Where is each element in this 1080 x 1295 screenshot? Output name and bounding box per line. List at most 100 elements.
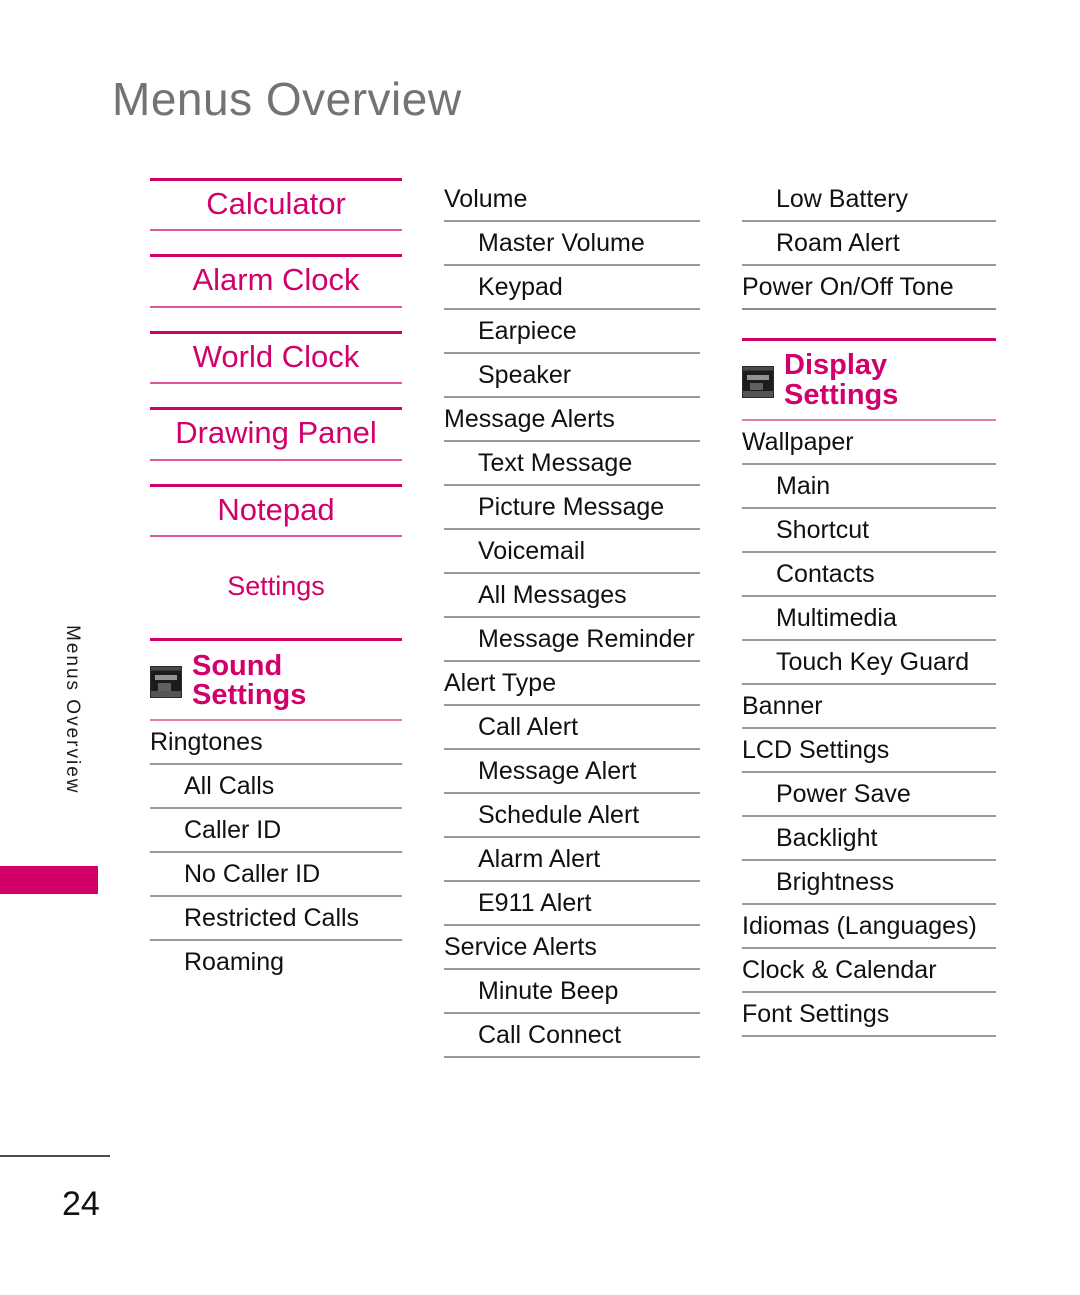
sound-settings-tree: Ringtones All Calls Caller ID No Caller …: [150, 721, 402, 983]
menu-row[interactable]: Text Message: [444, 442, 700, 486]
menu-row[interactable]: Alarm Alert: [444, 838, 700, 882]
menu-row-label: Font Settings: [742, 1000, 890, 1028]
menu-row-label: All Calls: [184, 772, 275, 801]
menu-row[interactable]: Backlight: [742, 817, 996, 861]
menu-row-label: Banner: [742, 692, 823, 720]
menu-row-label: Caller ID: [184, 816, 282, 845]
menu-row[interactable]: Minute Beep: [444, 970, 700, 1014]
menu-row-label: Message Alerts: [444, 405, 615, 433]
menu-row-label: Shortcut: [776, 516, 870, 544]
menu-row[interactable]: Caller ID: [150, 809, 402, 854]
menu-row[interactable]: Touch Key Guard: [742, 641, 996, 685]
menu-row[interactable]: Contacts: [742, 553, 996, 597]
menu-row[interactable]: Volume: [444, 178, 700, 222]
menu-row[interactable]: Voicemail: [444, 530, 700, 574]
menu-row-label: Voicemail: [478, 537, 585, 565]
menu-row-label: Volume: [444, 185, 528, 213]
menu-row[interactable]: Clock & Calendar: [742, 949, 996, 993]
menu-row[interactable]: Schedule Alert: [444, 794, 700, 838]
menu-tile-notepad[interactable]: Notepad: [150, 483, 402, 538]
menu-row[interactable]: Picture Message: [444, 486, 700, 530]
menu-row[interactable]: Shortcut: [742, 509, 996, 553]
menu-row[interactable]: Call Alert: [444, 706, 700, 750]
sound-settings-thumbnail-icon: [150, 666, 182, 699]
menu-row[interactable]: Keypad: [444, 266, 700, 310]
menu-row-label: No Caller ID: [184, 860, 321, 889]
menu-row[interactable]: Power On/Off Tone: [742, 266, 996, 310]
menu-tile-drawing-panel[interactable]: Drawing Panel: [150, 407, 402, 461]
menu-row-label: Call Connect: [478, 1021, 622, 1049]
section-header-sound-settings[interactable]: Sound Settings: [150, 638, 402, 722]
menu-row-label: Roam Alert: [776, 229, 900, 257]
menu-row-label: Power On/Off Tone: [742, 273, 954, 301]
menu-row[interactable]: All Messages: [444, 574, 700, 618]
menu-row-label: Wallpaper: [742, 428, 854, 456]
menu-row-label: Message Alert: [478, 757, 637, 785]
menu-row[interactable]: Roam Alert: [742, 222, 996, 266]
menu-row-label: Picture Message: [478, 493, 665, 521]
display-settings-tree: Wallpaper Main Shortcut Contacts Multime…: [742, 421, 996, 1037]
menu-row[interactable]: Speaker: [444, 354, 700, 398]
menu-row-label: Text Message: [478, 449, 633, 477]
column-three: Low Battery Roam Alert Power On/Off Tone…: [742, 178, 996, 1037]
menu-row[interactable]: Banner: [742, 685, 996, 729]
footer-divider: [0, 1155, 110, 1157]
menu-row-label: Restricted Calls: [184, 904, 360, 933]
menu-row[interactable]: No Caller ID: [150, 853, 402, 898]
menu-row[interactable]: All Calls: [150, 765, 402, 810]
section-header-label: Display Settings: [784, 349, 899, 411]
menu-row-label: Brightness: [776, 868, 895, 896]
display-settings-thumbnail-icon: [742, 366, 774, 398]
menu-tile-alarm-clock[interactable]: Alarm Clock: [150, 254, 402, 308]
menu-row-label: Idiomas (Languages): [742, 912, 977, 940]
sound-settings-tree-continued: Volume Master Volume Keypad Earpiece Spe…: [444, 178, 700, 1058]
menu-row[interactable]: Power Save: [742, 773, 996, 817]
menu-row-label: Schedule Alert: [478, 801, 640, 829]
section-header-display-settings[interactable]: Display Settings: [742, 338, 996, 421]
menu-row[interactable]: Message Alert: [444, 750, 700, 794]
menu-row-label: Call Alert: [478, 713, 579, 741]
column-two: Volume Master Volume Keypad Earpiece Spe…: [444, 178, 700, 1058]
menu-row[interactable]: Earpiece: [444, 310, 700, 354]
menu-row-label: Contacts: [776, 560, 875, 588]
menu-row-label: Alert Type: [444, 669, 557, 697]
menu-tile-calculator[interactable]: Calculator: [150, 178, 402, 232]
menu-row-label: E911 Alert: [478, 889, 592, 917]
menu-row-label: Earpiece: [478, 317, 577, 345]
menu-row-label: Master Volume: [478, 229, 645, 257]
column-one: Calculator Alarm Clock World Clock Drawi…: [150, 178, 402, 983]
menu-row[interactable]: Restricted Calls: [150, 897, 402, 942]
menu-row[interactable]: Message Alerts: [444, 398, 700, 442]
menu-row-label: Minute Beep: [478, 977, 619, 1005]
menu-row-label: Power Save: [776, 780, 911, 808]
menu-tile-label: Drawing Panel: [175, 415, 377, 451]
menu-row[interactable]: Idiomas (Languages): [742, 905, 996, 949]
menu-row[interactable]: Low Battery: [742, 178, 996, 222]
menu-tile-label: Alarm Clock: [192, 262, 360, 298]
menu-row-label: Service Alerts: [444, 933, 597, 961]
menu-tile-world-clock[interactable]: World Clock: [150, 330, 402, 385]
menu-row-label: Touch Key Guard: [776, 648, 970, 676]
menu-row-label: Roaming: [184, 948, 285, 977]
menu-row[interactable]: Multimedia: [742, 597, 996, 641]
service-alerts-tree-continued: Low Battery Roam Alert Power On/Off Tone: [742, 178, 996, 310]
menu-row[interactable]: E911 Alert: [444, 882, 700, 926]
menu-row[interactable]: Call Connect: [444, 1014, 700, 1058]
menu-row[interactable]: Ringtones: [150, 721, 402, 766]
menu-row[interactable]: Main: [742, 465, 996, 509]
menu-row[interactable]: Service Alerts: [444, 926, 700, 970]
menu-row-label: Message Reminder: [478, 625, 695, 653]
menu-row[interactable]: Roaming: [150, 941, 402, 983]
menu-row[interactable]: Message Reminder: [444, 618, 700, 662]
menu-row[interactable]: Brightness: [742, 861, 996, 905]
menu-row[interactable]: Master Volume: [444, 222, 700, 266]
menu-tile-label: Calculator: [206, 186, 346, 221]
menu-row[interactable]: Font Settings: [742, 993, 996, 1037]
page-number: 24: [62, 1185, 100, 1223]
menu-row[interactable]: Wallpaper: [742, 421, 996, 465]
menu-row[interactable]: Alert Type: [444, 662, 700, 706]
menu-row[interactable]: LCD Settings: [742, 729, 996, 773]
menu-row-label: LCD Settings: [742, 736, 890, 764]
menu-row-label: Multimedia: [776, 604, 897, 632]
